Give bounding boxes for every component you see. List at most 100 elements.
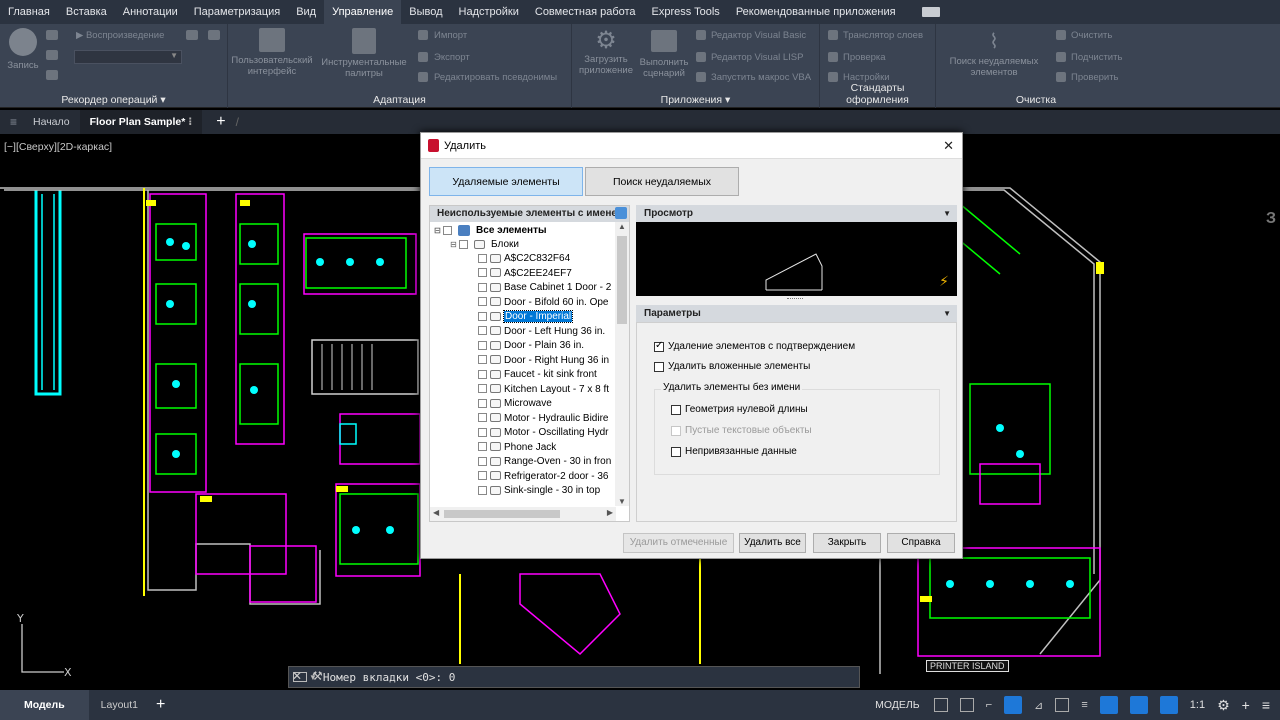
- scroll-left-icon[interactable]: ◀: [433, 508, 439, 517]
- nested-purge-option[interactable]: Удалить вложенные элементы: [654, 361, 810, 372]
- layer-translator-button[interactable]: Транслятор слоев: [828, 30, 923, 41]
- ribbon-tab[interactable]: Вставка: [58, 0, 115, 24]
- scroll-up-icon[interactable]: ▲: [618, 222, 626, 231]
- help-button[interactable]: Справка: [887, 533, 955, 553]
- tree-item[interactable]: Microwave: [478, 397, 552, 412]
- tree-checkbox[interactable]: [478, 340, 487, 350]
- tree-checkbox[interactable]: [478, 384, 487, 394]
- tree-checkbox[interactable]: [459, 239, 469, 249]
- tree-item[interactable]: Range-Oven - 30 in fron: [478, 455, 611, 470]
- run-script-button[interactable]: Выполнить сценарий: [636, 28, 692, 79]
- scroll-thumb[interactable]: [617, 236, 627, 324]
- purge-all-button[interactable]: Удалить все: [739, 533, 806, 553]
- tree-item[interactable]: Door - Imperial: [478, 310, 574, 325]
- tree-item[interactable]: Base Cabinet 1 Door - 2: [478, 281, 611, 296]
- tree-checkbox[interactable]: [478, 442, 487, 452]
- collapse-icon[interactable]: ⊟: [434, 226, 441, 235]
- orphaned-data-checkbox[interactable]: [671, 446, 681, 457]
- tree-checkbox[interactable]: [443, 225, 453, 235]
- check-standards-button[interactable]: Проверка: [828, 52, 886, 63]
- ribbon-tab[interactable]: Рекомендованные приложения: [728, 0, 904, 24]
- lineweight-icon[interactable]: ≡: [1081, 699, 1087, 711]
- ribbon-tab[interactable]: Главная: [0, 0, 58, 24]
- tree-checkbox[interactable]: [478, 297, 487, 307]
- tree-item[interactable]: A$C2C832F64: [478, 252, 570, 267]
- isodraft-icon[interactable]: ⊿: [1034, 699, 1043, 712]
- ribbon-tab[interactable]: Управление: [324, 0, 402, 24]
- tree-checkbox[interactable]: [478, 413, 487, 423]
- ribbon-tab[interactable]: Параметризация: [186, 0, 288, 24]
- snap-icon[interactable]: [959, 698, 974, 712]
- tab-start[interactable]: Начало: [23, 110, 80, 134]
- orphaned-data-option[interactable]: Непривязанные данные: [671, 446, 797, 457]
- tree-item[interactable]: Door - Plain 36 in.: [478, 339, 584, 354]
- gear-icon[interactable]: ⚙: [1217, 697, 1230, 714]
- confirm-purge-checkbox[interactable]: [654, 340, 664, 352]
- command-line[interactable]: ▼ Номер вкладки <0>: 0: [288, 666, 860, 688]
- new-tab-icon[interactable]: +: [216, 113, 225, 131]
- tab-floor-plan[interactable]: Floor Plan Sample* ⁝: [79, 110, 203, 134]
- vlisp-editor-button[interactable]: Редактор Visual LISP: [696, 52, 803, 63]
- menu-lines-icon[interactable]: ≡: [10, 115, 17, 129]
- vb-editor-button[interactable]: Редактор Visual Basic: [696, 30, 806, 41]
- tree-checkbox[interactable]: [478, 311, 487, 321]
- params-header[interactable]: Параметры ▼: [636, 305, 957, 322]
- zero-length-checkbox[interactable]: [671, 404, 681, 415]
- tree-item[interactable]: Motor - Hydraulic Bidire: [478, 412, 608, 427]
- tree-item[interactable]: Phone Jack: [478, 441, 556, 456]
- close-dialog-button[interactable]: Закрыть: [813, 533, 881, 553]
- tab-model[interactable]: Модель: [0, 690, 89, 720]
- tree-settings-icon[interactable]: [615, 207, 627, 219]
- ribbon-tab[interactable]: Express Tools: [644, 0, 728, 24]
- user-interface-button[interactable]: Пользовательский интерфейс: [230, 28, 314, 77]
- hscroll-thumb[interactable]: [444, 510, 560, 518]
- tab-layout1[interactable]: Layout1: [89, 699, 150, 711]
- ortho-icon[interactable]: ⌐: [986, 699, 992, 711]
- collapse-icon[interactable]: ⊟: [450, 240, 457, 249]
- tree-checkbox[interactable]: [478, 369, 487, 379]
- edit-aliases-button[interactable]: Редактировать псевдонимы: [418, 72, 557, 83]
- confirm-purge-option[interactable]: Удаление элементов с подтверждением: [654, 340, 855, 352]
- selection-cycling-icon[interactable]: [1099, 696, 1118, 714]
- find-non-purgeable-button[interactable]: ⌇ Поиск неудаляемых элементов: [938, 28, 1050, 78]
- tree-checkbox[interactable]: [478, 471, 487, 481]
- purge-button[interactable]: Очистить: [1056, 30, 1112, 41]
- tool-palettes-button[interactable]: Инструментальные палитры: [320, 28, 408, 79]
- scroll-down-icon[interactable]: ▼: [618, 497, 626, 506]
- nested-purge-checkbox[interactable]: [654, 361, 664, 372]
- splitter-grip[interactable]: [787, 298, 803, 301]
- play-button[interactable]: ▶ Воспроизведение: [76, 30, 164, 41]
- macro-dropdown[interactable]: ▼: [74, 50, 182, 64]
- tree-checkbox[interactable]: [478, 485, 487, 495]
- tree-checkbox[interactable]: [478, 398, 487, 408]
- overkill-button[interactable]: Подчистить: [1056, 52, 1122, 63]
- wrench-icon[interactable]: ⚒: [312, 669, 323, 683]
- close-button[interactable]: ✕: [943, 138, 954, 154]
- record-button[interactable]: Запись: [6, 28, 40, 71]
- annotation-scale[interactable]: 1:1: [1190, 699, 1205, 711]
- ribbon-tab[interactable]: Аннотации: [115, 0, 186, 24]
- tree-hscrollbar[interactable]: ◀ ▶: [430, 507, 616, 521]
- tree-group-blocks[interactable]: ⊟ Блоки: [450, 238, 519, 253]
- tree-item[interactable]: Kitchen Layout - 7 x 8 ft: [478, 383, 609, 398]
- tree-item[interactable]: Door - Bifold 60 in. Ope: [478, 296, 609, 311]
- zero-length-option[interactable]: Геометрия нулевой длины: [671, 404, 808, 415]
- autoscale-icon[interactable]: [1159, 696, 1178, 714]
- workspace-toggle-icon[interactable]: [921, 7, 940, 17]
- ribbon-tab[interactable]: Вид: [288, 0, 324, 24]
- tree-checkbox[interactable]: [478, 326, 487, 336]
- tree-checkbox[interactable]: [478, 427, 487, 437]
- purge-checked-button[interactable]: Удалить отмеченные: [623, 533, 734, 553]
- tree-item[interactable]: Tree - deciduous plan: [478, 499, 600, 501]
- polar-icon[interactable]: [1004, 696, 1023, 714]
- ribbon-tab[interactable]: Вывод: [401, 0, 450, 24]
- ribbon-tab[interactable]: Надстройки: [451, 0, 527, 24]
- tree-checkbox[interactable]: [478, 282, 487, 292]
- scroll-right-icon[interactable]: ▶: [607, 508, 613, 517]
- add-layout-button[interactable]: +: [156, 696, 165, 714]
- tab-purgeable-items[interactable]: Удаляемые элементы: [429, 167, 583, 196]
- tree-root[interactable]: ⊟ Все элементы: [434, 224, 547, 239]
- menu-lines-icon[interactable]: ≡: [1262, 697, 1270, 713]
- run-vba-button[interactable]: Запустить макрос VBA: [696, 72, 811, 83]
- tree-item[interactable]: A$C2EE24EF7: [478, 267, 572, 282]
